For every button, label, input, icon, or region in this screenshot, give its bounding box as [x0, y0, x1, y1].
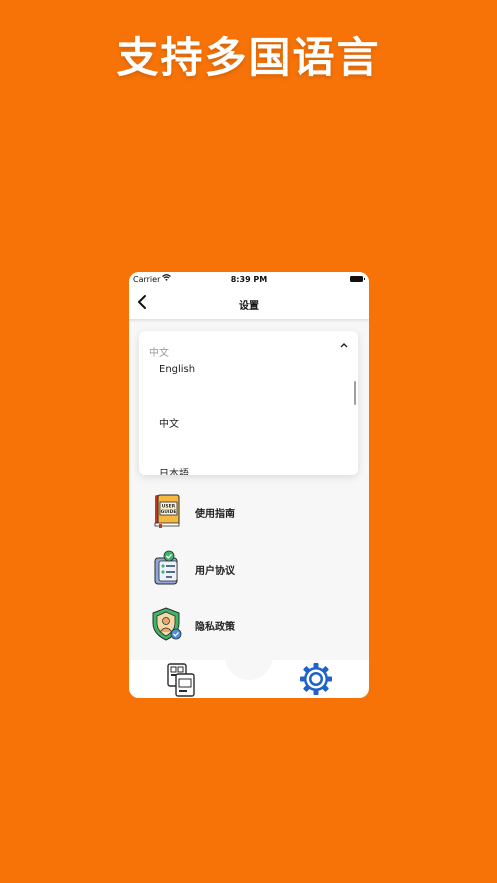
privacy-shield-icon — [151, 606, 183, 642]
menu-label-privacy-policy: 隐私政策 — [195, 622, 235, 633]
status-time: 8:39 PM — [230, 275, 268, 284]
battery-icon — [350, 276, 365, 282]
promo-headline: 支持多国语言 — [116, 33, 381, 82]
language-option-japanese[interactable]: 日本語 — [159, 465, 189, 475]
menu-item-privacy-policy[interactable]: 隐私政策 — [151, 606, 351, 646]
nav-bar: 设置 — [129, 288, 369, 320]
svg-text:USER: USER — [162, 504, 176, 510]
dropdown-scrollbar[interactable] — [354, 381, 356, 405]
language-selected-value[interactable]: 中文 — [149, 344, 169, 359]
image-translate-icon[interactable] — [165, 662, 197, 698]
clipboard-checklist-icon — [151, 550, 183, 586]
menu-item-user-guide[interactable]: USER GUIDE 使用指南 — [151, 493, 351, 533]
menu-item-user-agreement[interactable]: 用户协议 — [151, 550, 351, 590]
phone-screen: Carrier 8:39 PM 设置 中文 English 中文 日本語 USE… — [129, 272, 369, 698]
page-title: 设置 — [239, 301, 259, 312]
language-option-english[interactable]: English — [159, 364, 195, 375]
svg-text:GUIDE: GUIDE — [161, 509, 177, 515]
gear-icon[interactable] — [299, 662, 333, 696]
language-option-chinese[interactable]: 中文 — [159, 415, 179, 430]
menu-label-user-guide: 使用指南 — [195, 509, 235, 520]
user-guide-book-icon: USER GUIDE — [151, 493, 183, 529]
language-dropdown[interactable]: 中文 English 中文 日本語 — [139, 331, 358, 475]
chevron-up-icon[interactable] — [340, 341, 348, 351]
menu-label-user-agreement: 用户协议 — [195, 566, 235, 577]
status-bar: Carrier 8:39 PM — [129, 272, 369, 288]
